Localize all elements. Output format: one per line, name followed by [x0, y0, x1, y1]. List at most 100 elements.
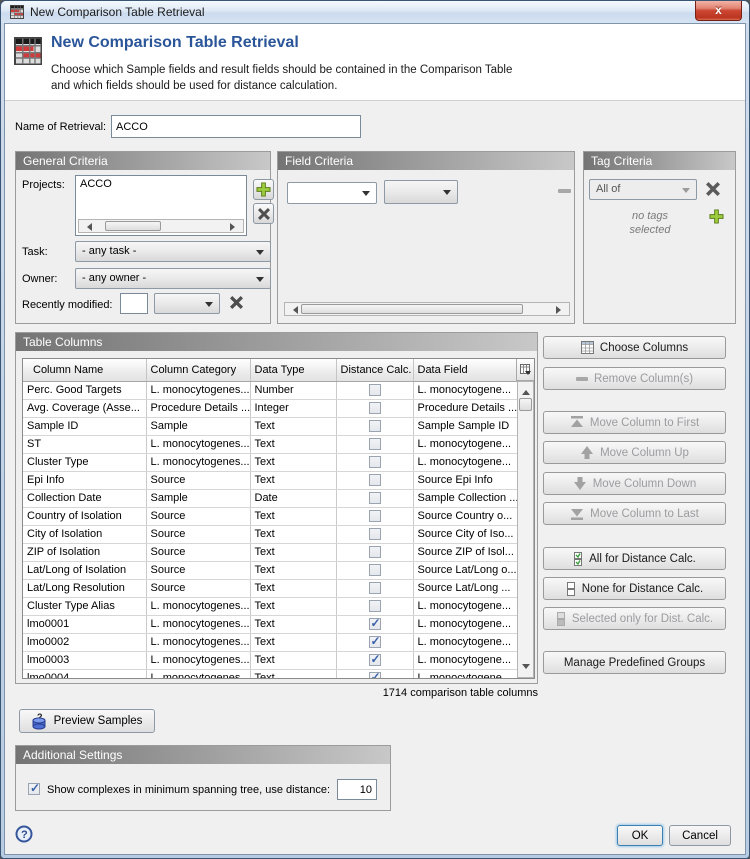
all-for-distance-button[interactable]: All for Distance Calc.: [543, 547, 726, 570]
distance-calc-checkbox[interactable]: [369, 582, 381, 594]
table-row[interactable]: Cluster Type AliasL. monocytogenes...Tex…: [23, 597, 518, 615]
choose-columns-button[interactable]: Choose Columns: [543, 336, 726, 359]
table-row[interactable]: ZIP of IsolationSourceTextSource ZIP of …: [23, 543, 518, 561]
distance-calc-checkbox[interactable]: [369, 564, 381, 576]
distance-calc-checkbox[interactable]: [369, 636, 381, 648]
move-column-first-button[interactable]: Move Column to First: [543, 411, 726, 434]
owner-combobox[interactable]: - any owner -: [75, 268, 271, 289]
selected-checked-icon: [556, 611, 566, 627]
table-row[interactable]: Sample IDSampleTextSample Sample ID: [23, 417, 518, 435]
distance-value-input[interactable]: [337, 779, 377, 800]
recently-modified-unit-combobox[interactable]: [154, 293, 220, 314]
selected-only-distance-button[interactable]: Selected only for Dist. Calc.: [543, 607, 726, 630]
distance-calc-checkbox[interactable]: [369, 474, 381, 486]
table-row[interactable]: lmo0002L. monocytogenes...TextL. monocyt…: [23, 633, 518, 651]
scrollbar-thumb[interactable]: [519, 398, 532, 411]
cancel-button[interactable]: Cancel: [669, 825, 731, 846]
distance-calc-checkbox[interactable]: [369, 654, 381, 666]
scroll-left-icon[interactable]: [83, 223, 92, 231]
distance-calc-checkbox[interactable]: [369, 420, 381, 432]
column-header-name[interactable]: Column Name: [23, 359, 146, 381]
scroll-down-icon[interactable]: [522, 664, 530, 673]
move-to-last-icon: [570, 507, 584, 520]
scrollbar-thumb[interactable]: [105, 221, 161, 231]
close-button[interactable]: x: [695, 1, 742, 21]
table-row[interactable]: Perc. Good TargetsL. monocytogenes...Num…: [23, 381, 518, 399]
chevron-down-icon: [205, 302, 213, 311]
move-column-last-button[interactable]: Move Column to Last: [543, 502, 726, 525]
distance-calc-checkbox[interactable]: [369, 510, 381, 522]
add-tag-icon[interactable]: [709, 209, 724, 224]
column-chooser-button[interactable]: [516, 359, 534, 381]
distance-calc-checkbox[interactable]: [369, 672, 381, 679]
distance-calc-checkbox[interactable]: [369, 546, 381, 558]
table-row[interactable]: Cluster TypeL. monocytogenes...TextL. mo…: [23, 453, 518, 471]
add-project-button[interactable]: [253, 179, 274, 200]
ok-button[interactable]: OK: [617, 825, 663, 846]
clear-tags-icon[interactable]: [706, 182, 720, 196]
distance-calc-checkbox[interactable]: [369, 438, 381, 450]
scroll-right-icon[interactable]: [230, 223, 239, 231]
column-header-distance-calc[interactable]: Distance Calc.: [336, 359, 413, 381]
help-icon[interactable]: ?: [15, 825, 33, 843]
table-row[interactable]: Collection DateSampleDateSample Collecti…: [23, 489, 518, 507]
manage-predefined-groups-button[interactable]: Manage Predefined Groups: [543, 651, 726, 674]
task-combobox[interactable]: - any task -: [75, 241, 271, 262]
projects-list[interactable]: ACCO: [75, 175, 247, 236]
field-criteria-horizontal-scrollbar[interactable]: [284, 302, 570, 316]
table-row[interactable]: lmo0001L. monocytogenes...TextL. monocyt…: [23, 615, 518, 633]
title-bar: New Comparison Table Retrieval x: [1, 1, 749, 23]
additional-settings-title: Additional Settings: [16, 746, 390, 764]
distance-calc-checkbox[interactable]: [369, 456, 381, 468]
projects-horizontal-scrollbar[interactable]: [78, 219, 244, 233]
table-row[interactable]: STL. monocytogenes...TextL. monocytogene…: [23, 435, 518, 453]
column-header-category[interactable]: Column Category: [146, 359, 250, 381]
general-criteria-group: General Criteria Projects: ACCO: [15, 151, 271, 324]
column-header-data-type[interactable]: Data Type: [250, 359, 336, 381]
remove-field-criterion-icon[interactable]: [558, 189, 571, 193]
field-criteria-operator-combobox[interactable]: [384, 180, 458, 204]
table-vertical-scrollbar[interactable]: [517, 381, 534, 678]
clear-recently-modified-icon[interactable]: [230, 296, 243, 309]
distance-calc-checkbox[interactable]: [369, 528, 381, 540]
all-unchecked-icon: [566, 581, 576, 597]
table-row[interactable]: Lat/Long ResolutionSourceTextSource Lat/…: [23, 579, 518, 597]
remove-project-button[interactable]: [253, 203, 274, 224]
distance-calc-checkbox[interactable]: [369, 384, 381, 396]
table-row[interactable]: Epi InfoSourceTextSource Epi Info: [23, 471, 518, 489]
distance-calc-checkbox[interactable]: [369, 402, 381, 414]
page-description-line1: Choose which Sample fields and result fi…: [51, 64, 512, 76]
x-icon: [258, 208, 270, 220]
scroll-left-icon[interactable]: [289, 306, 298, 314]
table-row[interactable]: Country of IsolationSourceTextSource Cou…: [23, 507, 518, 525]
scroll-right-icon[interactable]: [556, 306, 565, 314]
chevron-down-icon: [256, 277, 264, 286]
recently-modified-input[interactable]: [120, 293, 148, 314]
remove-columns-button[interactable]: Remove Column(s): [543, 367, 726, 390]
plus-icon: [256, 182, 271, 197]
none-for-distance-button[interactable]: None for Distance Calc.: [543, 577, 726, 600]
name-of-retrieval-input[interactable]: [111, 115, 361, 138]
table-row[interactable]: Avg. Coverage (Asse...Procedure Details …: [23, 399, 518, 417]
tag-mode-combobox[interactable]: All of: [589, 179, 697, 200]
owner-label: Owner:: [22, 273, 57, 285]
scroll-up-icon[interactable]: [522, 386, 530, 395]
table-row[interactable]: Lat/Long of IsolationSourceTextSource La…: [23, 561, 518, 579]
table-row[interactable]: City of IsolationSourceTextSource City o…: [23, 525, 518, 543]
distance-calc-checkbox[interactable]: [369, 600, 381, 612]
show-complexes-checkbox[interactable]: [28, 783, 40, 795]
scrollbar-thumb[interactable]: [301, 304, 523, 314]
preview-samples-button[interactable]: ? Preview Samples: [19, 709, 155, 733]
table-row[interactable]: lmo0003L. monocytogenes...TextL. monocyt…: [23, 651, 518, 669]
distance-calc-checkbox[interactable]: [369, 492, 381, 504]
arrow-down-icon: [573, 477, 587, 490]
field-criteria-field-combobox[interactable]: [287, 182, 377, 204]
column-header-data-field[interactable]: Data Field: [413, 359, 518, 381]
columns-table: Column Name Column Category Data Type Di…: [22, 358, 535, 679]
owner-value: - any owner -: [82, 272, 146, 284]
dialog-header: New Comparison Table Retrieval Choose wh…: [5, 24, 745, 101]
move-column-down-button[interactable]: Move Column Down: [543, 472, 726, 495]
table-row[interactable]: lmo0004L. monocytogenes...TextL. monocyt…: [23, 669, 518, 679]
distance-calc-checkbox[interactable]: [369, 618, 381, 630]
move-column-up-button[interactable]: Move Column Up: [543, 441, 726, 464]
